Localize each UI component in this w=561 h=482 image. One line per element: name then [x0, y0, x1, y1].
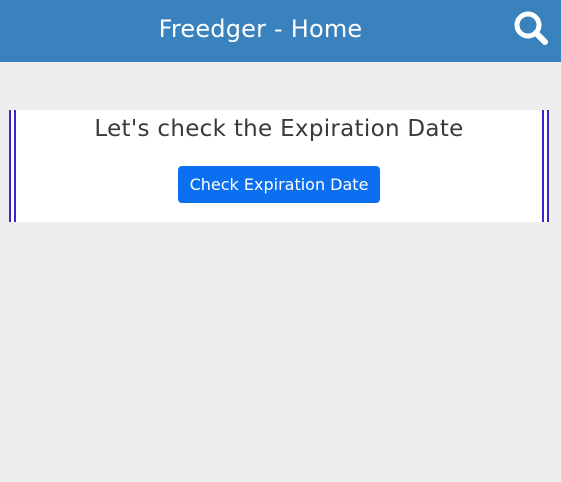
page-title: Freedger - Home [158, 15, 363, 43]
check-expiration-date-button[interactable]: Check Expiration Date [178, 166, 380, 203]
search-icon [514, 11, 548, 45]
search-button[interactable] [511, 8, 551, 48]
app-header: Freedger - Home [0, 0, 561, 62]
expiration-card: Let's check the Expiration Date Check Ex… [9, 110, 549, 222]
card-heading: Let's check the Expiration Date [94, 116, 464, 142]
